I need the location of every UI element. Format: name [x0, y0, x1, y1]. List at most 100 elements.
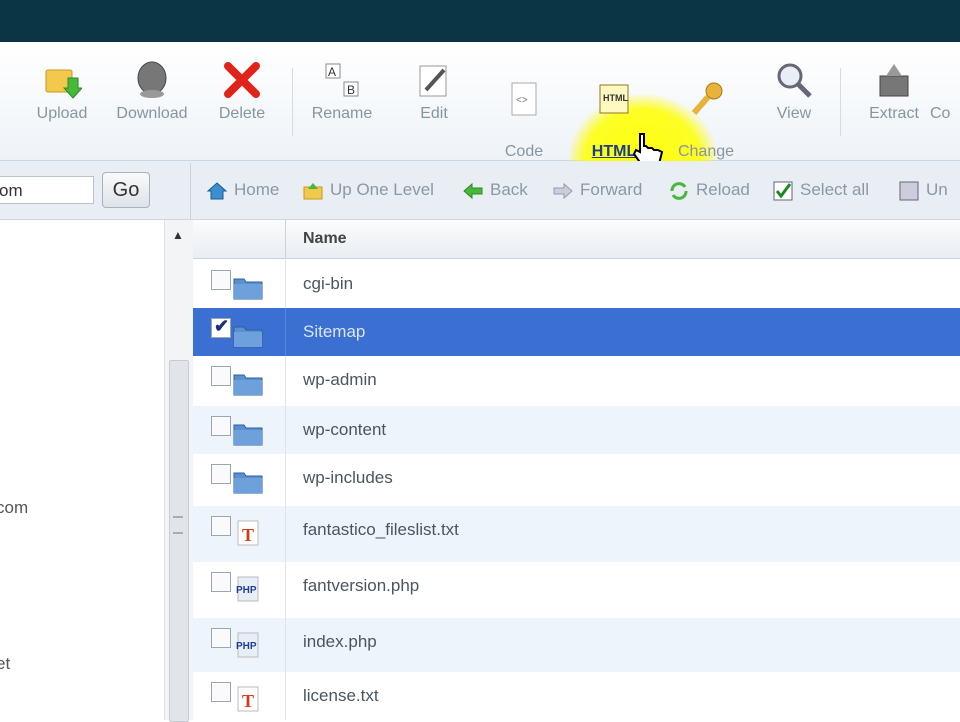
svg-text:HTML: HTML [603, 93, 628, 103]
html-file-icon: HTML [594, 79, 634, 119]
go-button[interactable]: Go [102, 172, 150, 208]
unselect-all-link[interactable]: Un [898, 178, 948, 202]
cell-separator [285, 618, 286, 672]
row-checkbox[interactable] [211, 366, 231, 386]
home-label: Home [234, 180, 279, 199]
svg-text:T: T [242, 691, 254, 711]
top-bar [0, 0, 960, 42]
code-file-icon: <> [504, 79, 544, 119]
home-icon [206, 181, 228, 201]
toolbar-label: Download [116, 105, 187, 122]
reload-icon [668, 181, 690, 201]
svg-text:<>: <> [516, 95, 528, 106]
download-button[interactable]: Download [110, 60, 194, 123]
toolbar-label: Co [930, 105, 950, 122]
scrollbar-grip [173, 516, 183, 534]
table-row[interactable]: cgi-bin [193, 260, 960, 308]
cell-separator [285, 260, 286, 308]
scroll-up-arrow-icon[interactable]: ▲ [172, 228, 184, 242]
folder-icon [233, 468, 263, 494]
home-link[interactable]: Home [206, 178, 279, 202]
file-name[interactable]: cgi-bin [303, 274, 353, 294]
compress-button-partial[interactable]: Co [930, 60, 960, 123]
cell-separator [285, 672, 286, 720]
svg-text:T: T [242, 525, 254, 545]
compress-icon [940, 60, 960, 100]
forward-arrow-icon [552, 181, 574, 201]
toolbar-label: Extract [869, 105, 919, 122]
table-row[interactable]: Tfantastico_fileslist.txt [193, 506, 960, 562]
name-column-header[interactable]: Name [303, 230, 347, 248]
svg-text:PHP: PHP [236, 641, 257, 652]
table-row[interactable]: PHP fantversion.php [193, 562, 960, 618]
reload-label: Reload [696, 180, 750, 199]
row-checkbox[interactable]: ✔ [211, 318, 231, 338]
tree-scrollbar[interactable]: ▲ [164, 220, 193, 720]
row-checkbox[interactable] [211, 628, 231, 648]
file-name[interactable]: wp-admin [303, 370, 377, 390]
file-name[interactable]: index.php [303, 632, 377, 652]
rename-button[interactable]: A B Rename [300, 60, 384, 123]
back-label: Back [490, 180, 528, 199]
table-row[interactable]: wp-content [193, 406, 960, 454]
file-name[interactable]: Sitemap [303, 322, 365, 342]
toolbar-label: Upload [37, 105, 88, 122]
file-name[interactable]: fantversion.php [303, 576, 419, 596]
forward-link[interactable]: Forward [552, 178, 642, 202]
extract-button[interactable]: Extract [852, 60, 936, 123]
directory-path-input[interactable]: om [0, 176, 94, 204]
file-name[interactable]: license.txt [303, 686, 379, 706]
cell-separator [285, 562, 286, 618]
select-all-label: Select all [800, 180, 869, 199]
table-row[interactable]: PHP index.php [193, 618, 960, 672]
back-link[interactable]: Back [462, 178, 528, 202]
file-manager-toolbar: le Upload Download Delete A B Rename [0, 42, 960, 161]
folder-icon [233, 274, 263, 300]
row-checkbox[interactable] [211, 270, 231, 290]
toolbar-separator [292, 68, 293, 136]
row-checkbox[interactable] [211, 682, 231, 702]
file-name[interactable]: wp-content [303, 420, 386, 440]
scrollbar-thumb[interactable] [169, 360, 189, 722]
directory-tree: com et [0, 220, 164, 720]
cell-separator [285, 454, 286, 506]
column-separator [285, 220, 286, 258]
table-row[interactable]: ✔ Sitemap [193, 308, 960, 356]
file-name[interactable]: fantastico_fileslist.txt [303, 520, 459, 540]
view-button[interactable]: View [752, 60, 836, 123]
svg-text:B: B [347, 83, 355, 97]
toolbar-label: Edit [420, 105, 448, 122]
php-file-icon: PHP [233, 576, 263, 602]
svg-text:PHP: PHP [236, 585, 257, 596]
svg-text:A: A [328, 65, 336, 79]
row-checkbox[interactable] [211, 464, 231, 484]
checkbox-empty-icon [898, 180, 920, 202]
folder-icon [233, 322, 263, 348]
edit-button[interactable]: Edit [392, 60, 476, 123]
extract-icon [874, 60, 914, 100]
file-icon [0, 60, 14, 100]
table-row[interactable]: wp-includes [193, 454, 960, 506]
checkmark-icon: ✔ [214, 316, 229, 337]
row-checkbox[interactable] [211, 572, 231, 592]
row-checkbox[interactable] [211, 416, 231, 436]
key-icon [686, 79, 726, 119]
back-arrow-icon [462, 181, 484, 201]
cell-separator [285, 506, 286, 562]
reload-link[interactable]: Reload [668, 178, 750, 202]
table-row[interactable]: wp-admin [193, 356, 960, 406]
select-all-link[interactable]: Select all [772, 178, 869, 202]
edit-pencil-icon [414, 60, 454, 100]
delete-x-icon [222, 60, 262, 100]
row-checkbox[interactable] [211, 516, 231, 536]
tree-item[interactable]: com [0, 498, 28, 518]
tree-item[interactable]: et [0, 654, 10, 674]
folder-icon [233, 370, 263, 396]
delete-button[interactable]: Delete [200, 60, 284, 123]
up-one-level-link[interactable]: Up One Level [302, 178, 434, 202]
file-name[interactable]: wp-includes [303, 468, 393, 488]
upload-button[interactable]: Upload [20, 60, 104, 123]
up-one-level-label: Up One Level [330, 180, 434, 199]
toolbar-label: Rename [312, 105, 372, 122]
table-row[interactable]: Tlicense.txt [193, 672, 960, 720]
